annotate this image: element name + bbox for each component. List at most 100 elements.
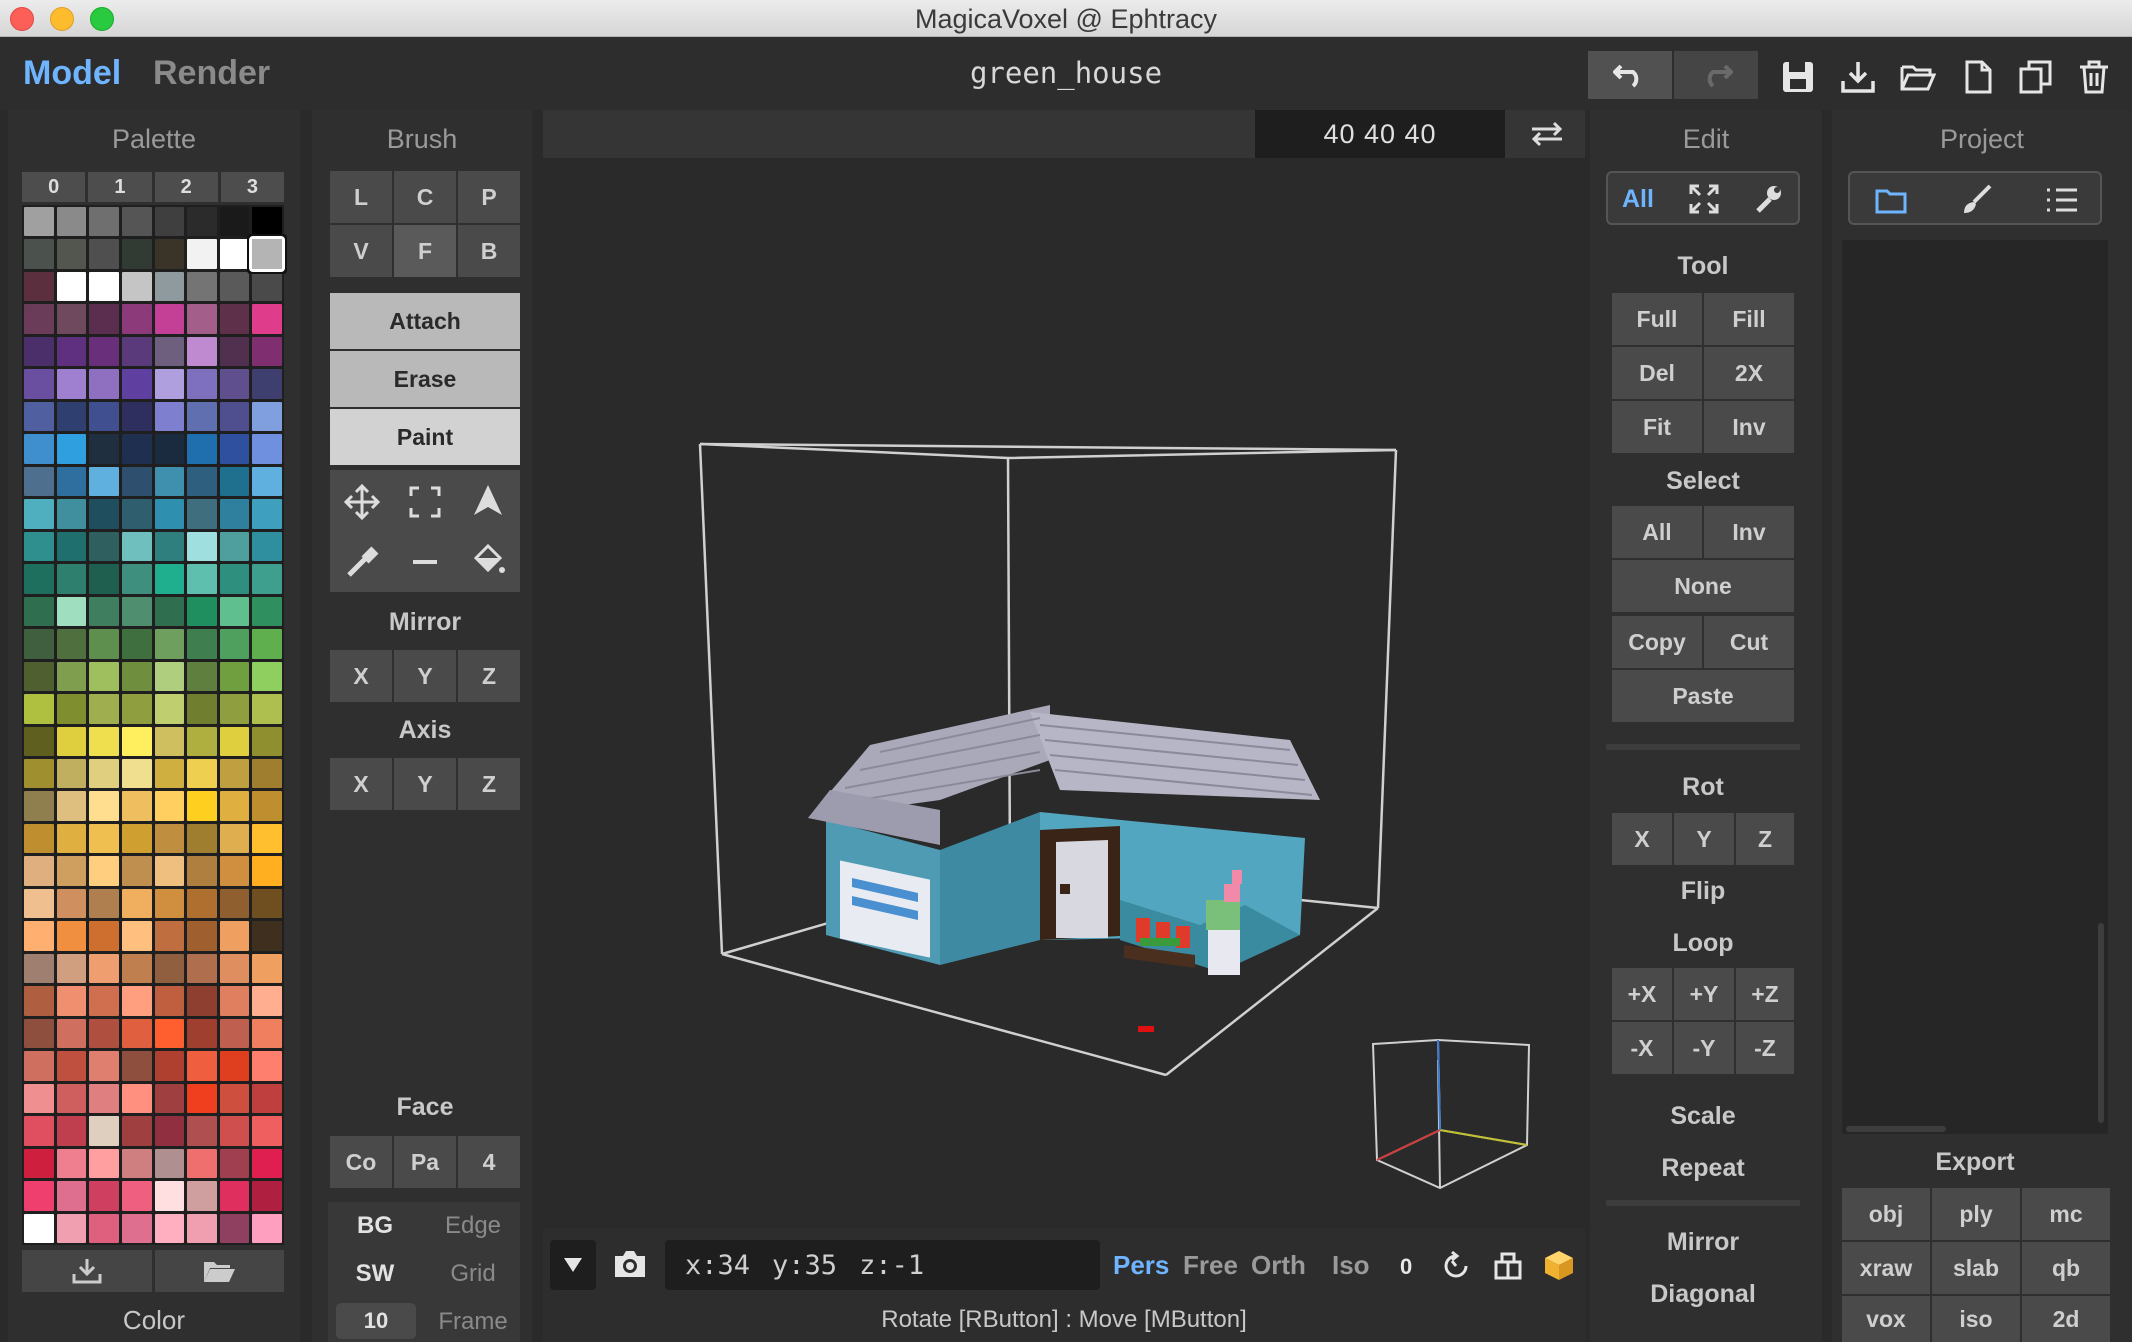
pointer-icon[interactable] <box>470 482 506 518</box>
palette-swatch[interactable] <box>187 1213 217 1243</box>
palette-swatch[interactable] <box>219 629 250 659</box>
palette-swatch[interactable] <box>219 271 250 302</box>
palette-swatch[interactable] <box>56 271 87 302</box>
diagonal-label[interactable]: Diagonal <box>1606 1280 1800 1309</box>
brush-icon[interactable] <box>1960 183 1994 215</box>
new-file-icon[interactable] <box>1960 59 1996 95</box>
palette-swatch[interactable] <box>121 239 152 269</box>
palette-swatch[interactable] <box>252 401 282 432</box>
palette-swatch[interactable] <box>89 1213 119 1243</box>
scale-label[interactable]: Scale <box>1606 1102 1800 1131</box>
export-mc-button[interactable]: mc <box>2022 1188 2110 1240</box>
palette-swatch[interactable] <box>219 239 250 269</box>
palette-swatch[interactable] <box>56 499 87 529</box>
repeat-label[interactable]: Repeat <box>1606 1154 1800 1183</box>
palette-swatch[interactable] <box>252 1181 282 1211</box>
palette-swatch[interactable] <box>219 856 250 886</box>
palette-swatch[interactable] <box>56 791 87 821</box>
flip-label[interactable]: Flip <box>1606 877 1800 906</box>
palette-swatch[interactable] <box>56 953 87 984</box>
palette-swatch[interactable] <box>187 304 217 334</box>
attach-mode-button[interactable]: Attach <box>330 293 520 349</box>
palette-swatch[interactable] <box>154 661 185 692</box>
tool-fit-button[interactable]: Fit <box>1612 401 1702 453</box>
palette-swatch[interactable] <box>121 1116 152 1146</box>
palette-swatch[interactable] <box>154 564 185 594</box>
line-icon[interactable] <box>407 544 443 580</box>
voxel-cube-icon[interactable] <box>1542 1248 1576 1282</box>
save-icon[interactable] <box>1780 59 1816 95</box>
palette-swatch[interactable] <box>56 888 87 919</box>
palette-swatch[interactable] <box>154 466 185 497</box>
palette-swatch[interactable] <box>154 434 185 464</box>
palette-swatch[interactable] <box>219 726 250 756</box>
palette-swatch[interactable] <box>187 921 217 951</box>
palette-swatch[interactable] <box>219 434 250 464</box>
palette-swatch[interactable] <box>56 726 87 756</box>
palette-color-grid[interactable] <box>22 205 285 1245</box>
palette-swatch[interactable] <box>56 1051 87 1081</box>
palette-swatch[interactable] <box>24 271 54 302</box>
palette-swatch[interactable] <box>154 531 185 562</box>
cut-button[interactable]: Cut <box>1704 616 1794 668</box>
palette-swatch[interactable] <box>56 1116 87 1146</box>
fill-bucket-icon[interactable] <box>470 542 506 578</box>
palette-swatch[interactable] <box>24 304 54 334</box>
palette-swatch[interactable] <box>219 823 250 854</box>
rot-x-button[interactable]: X <box>1612 813 1672 865</box>
palette-swatch[interactable] <box>219 369 250 399</box>
palette-swatch[interactable] <box>89 921 119 951</box>
palette-swatch[interactable] <box>121 369 152 399</box>
redo-button[interactable] <box>1674 51 1758 99</box>
palette-swatch[interactable] <box>252 888 282 919</box>
palette-swatch[interactable] <box>187 726 217 756</box>
palette-swatch[interactable] <box>219 531 250 562</box>
palette-swatch[interactable] <box>24 1181 54 1211</box>
palette-swatch[interactable] <box>154 629 185 659</box>
palette-swatch[interactable] <box>154 888 185 919</box>
palette-swatch[interactable] <box>24 336 54 367</box>
folder-icon[interactable] <box>1874 185 1908 215</box>
palette-swatch[interactable] <box>24 1083 54 1114</box>
palette-swatch[interactable] <box>56 596 87 627</box>
mirror-z-button[interactable]: Z <box>458 650 520 702</box>
view-pers[interactable]: Pers <box>1113 1250 1169 1281</box>
model-dimensions[interactable]: 40 40 40 <box>1255 110 1505 158</box>
palette-swatch[interactable] <box>56 1213 87 1243</box>
list-icon[interactable] <box>2044 185 2080 215</box>
view-iso[interactable]: Iso <box>1332 1250 1370 1281</box>
palette-swatch[interactable] <box>252 466 282 497</box>
palette-swatch[interactable] <box>121 271 152 302</box>
palette-swatch[interactable] <box>24 856 54 886</box>
palette-swatch[interactable] <box>187 564 217 594</box>
palette-swatch[interactable] <box>187 596 217 627</box>
palette-swatch[interactable] <box>154 271 185 302</box>
palette-swatch[interactable] <box>219 1213 250 1243</box>
palette-swatch[interactable] <box>56 531 87 562</box>
palette-swatch[interactable] <box>252 823 282 854</box>
palette-swatch[interactable] <box>154 499 185 529</box>
palette-swatch[interactable] <box>187 823 217 854</box>
palette-swatch[interactable] <box>154 1083 185 1114</box>
palette-swatch[interactable] <box>187 531 217 562</box>
erase-mode-button[interactable]: Erase <box>330 351 520 407</box>
palette-swatch[interactable] <box>187 466 217 497</box>
palette-swatch[interactable] <box>252 1018 282 1049</box>
palette-swatch[interactable] <box>252 1148 282 1179</box>
palette-swatch[interactable] <box>219 888 250 919</box>
palette-swatch[interactable] <box>121 856 152 886</box>
palette-swatch[interactable] <box>154 336 185 367</box>
rot-z-button[interactable]: Z <box>1736 813 1794 865</box>
palette-swatch[interactable] <box>121 791 152 821</box>
palette-swatch[interactable] <box>89 239 119 269</box>
palette-swatch[interactable] <box>187 239 217 269</box>
palette-swatch[interactable] <box>154 791 185 821</box>
palette-swatch[interactable] <box>154 823 185 854</box>
palette-swatch[interactable] <box>89 466 119 497</box>
palette-swatch[interactable] <box>121 921 152 951</box>
palette-swatch[interactable] <box>24 1116 54 1146</box>
palette-swatch[interactable] <box>252 564 282 594</box>
palette-open-button[interactable] <box>154 1250 284 1292</box>
palette-swatch[interactable] <box>121 304 152 334</box>
palette-swatch[interactable] <box>219 953 250 984</box>
